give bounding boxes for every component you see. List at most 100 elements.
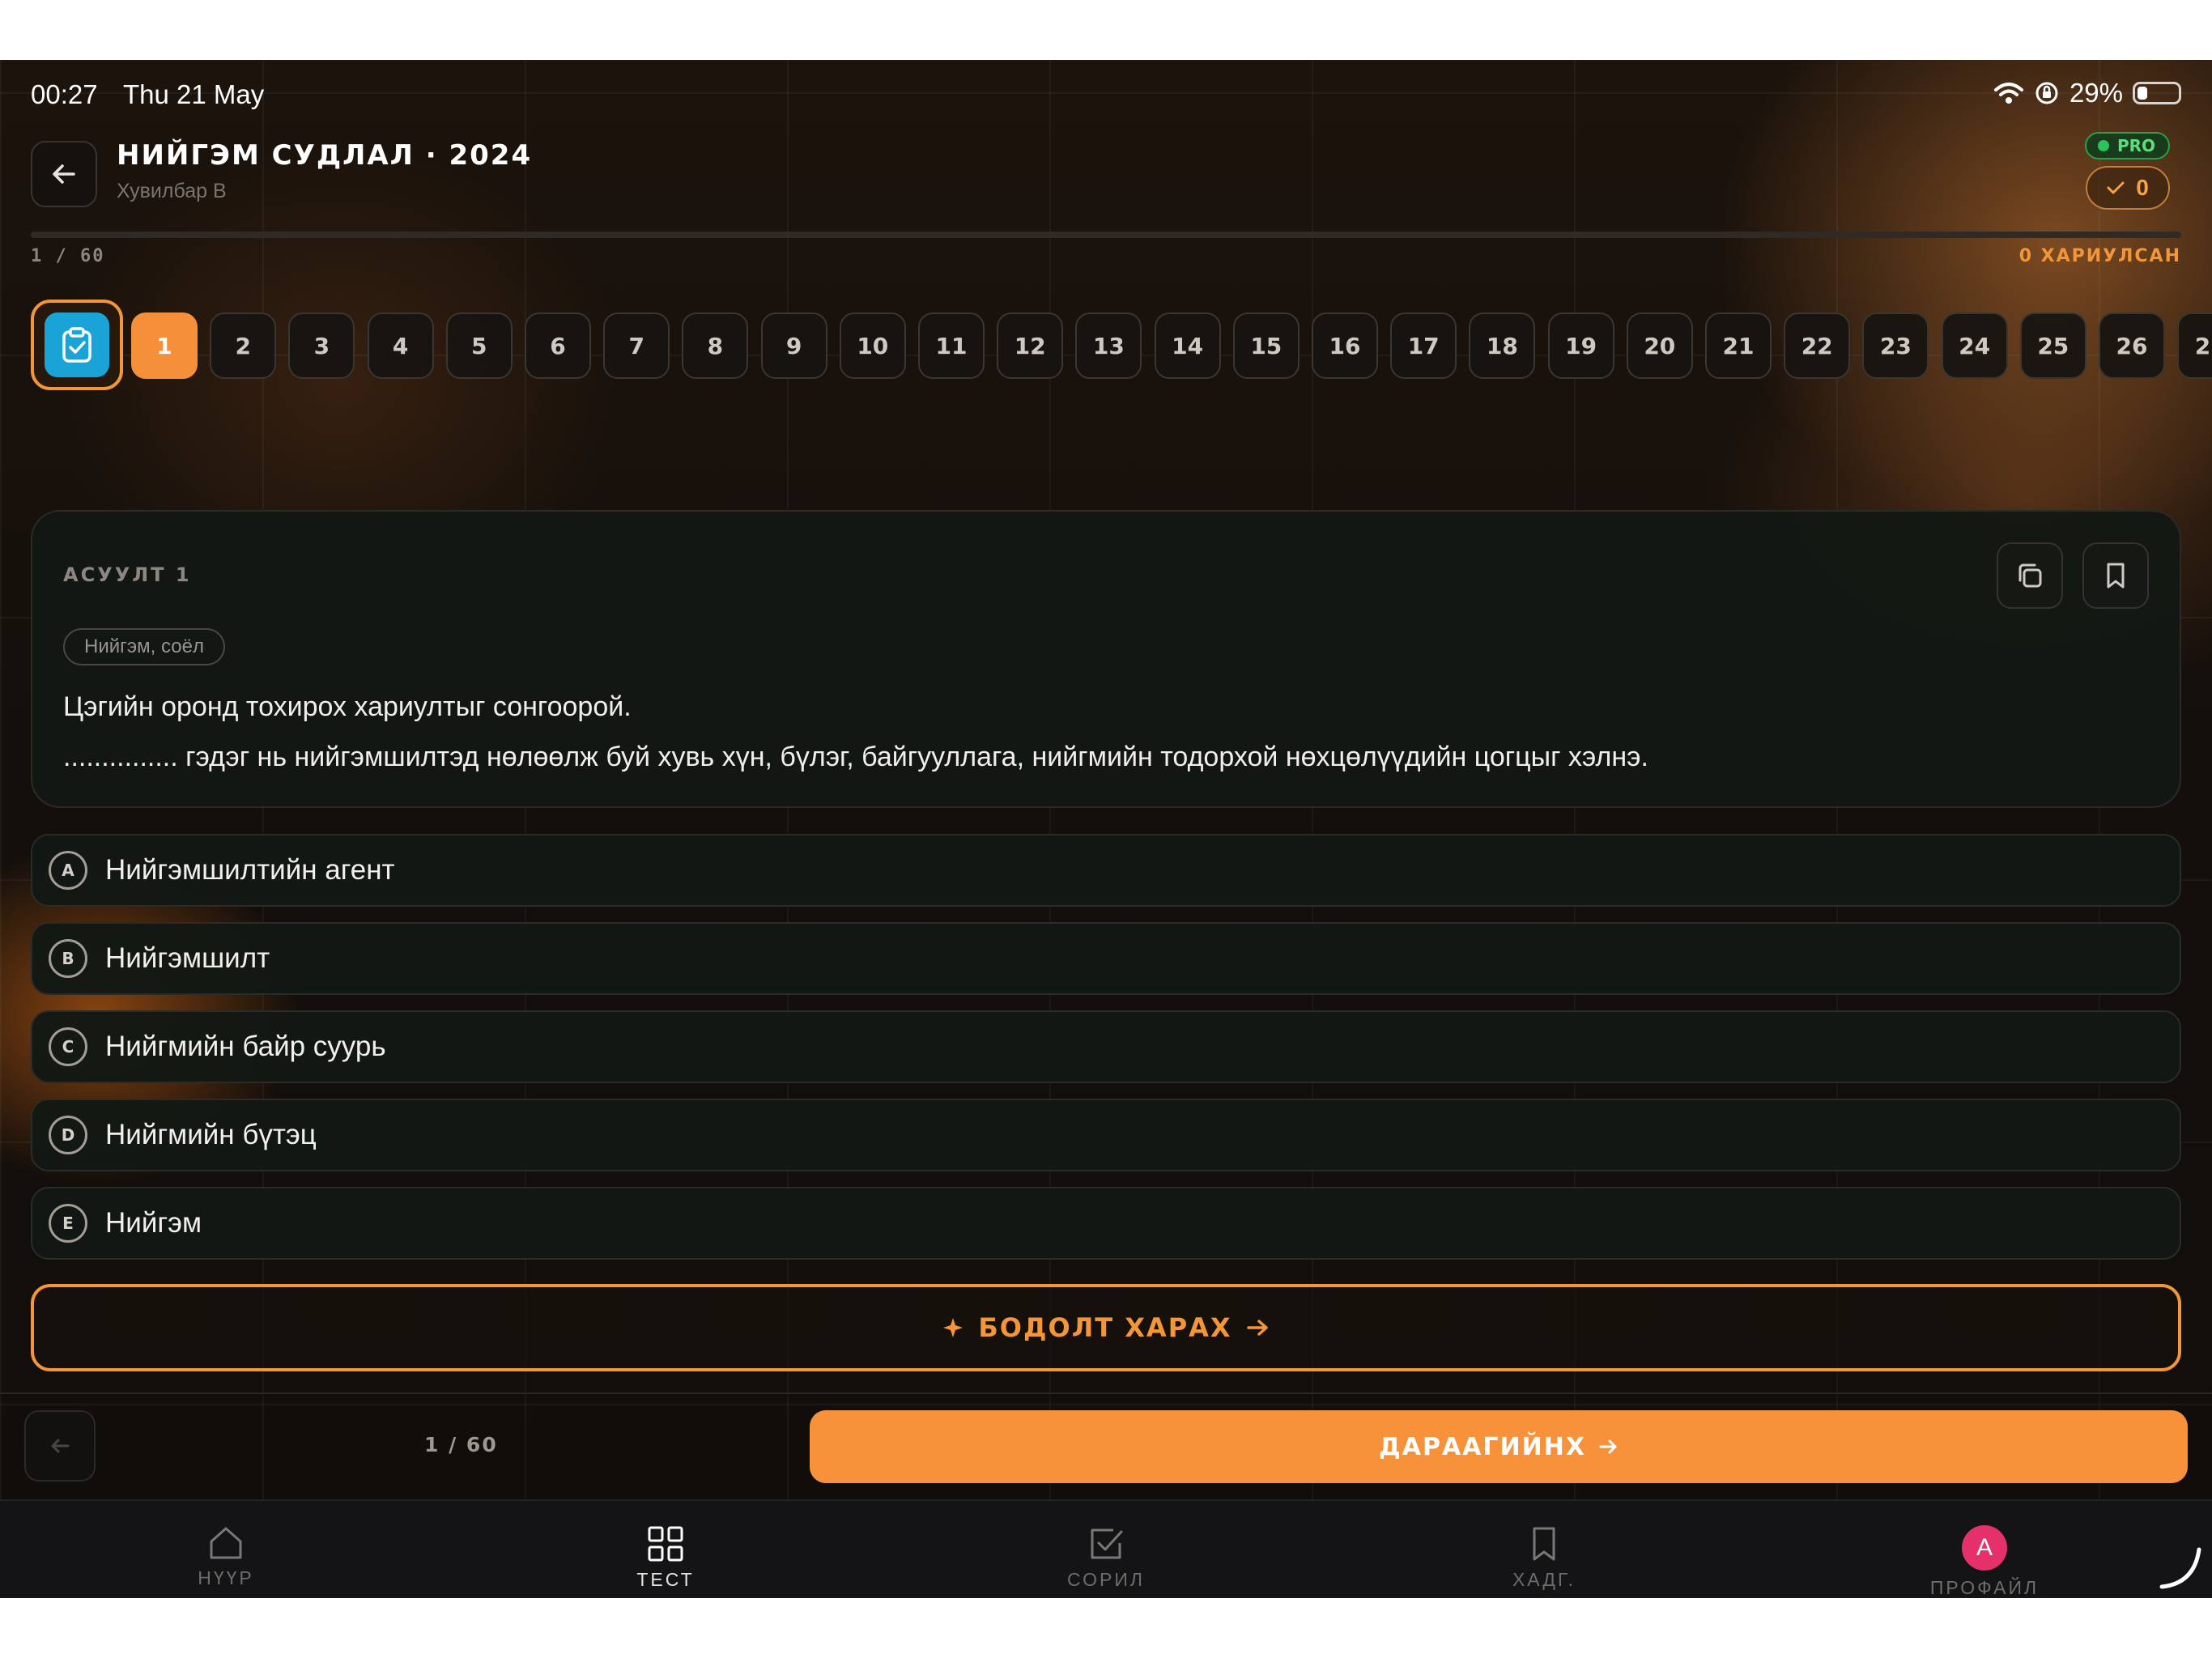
grid-icon — [648, 1526, 683, 1562]
question-nav: 1 2 3 4 5 6 7 8 9 10 11 12 13 14 15 16 17 18 19 20 21 22 23 24 2… — [31, 300, 2212, 390]
option-d[interactable]: D Нийгмийн бүтэц — [31, 1099, 2181, 1171]
option-text: Нийгмийн байр суурь — [105, 1031, 386, 1062]
option-c[interactable]: C Нийгмийн байр суурь — [31, 1010, 2181, 1083]
tab-test[interactable]: ТЕСТ — [568, 1525, 763, 1598]
checkbox-icon — [1091, 1528, 1123, 1559]
corner-indicator-icon — [2159, 1547, 2201, 1589]
score-value: 0 — [2136, 175, 2149, 200]
question-number-button[interactable]: 12 — [997, 312, 1064, 379]
tab-home[interactable]: НҮҮР — [129, 1525, 323, 1589]
option-letter: C — [49, 1027, 87, 1066]
previous-button[interactable] — [24, 1410, 96, 1482]
home-icon — [210, 1527, 242, 1559]
question-number-button[interactable]: 19 — [1547, 312, 1614, 379]
tab-label: ХАДГ. — [1512, 1569, 1576, 1590]
status-right: 29% — [1993, 78, 2181, 108]
bookmark-button[interactable] — [2082, 542, 2149, 609]
back-button[interactable] — [31, 141, 97, 207]
option-letter: B — [49, 939, 87, 978]
view-solution-button[interactable]: БОДОЛТ ХАРАХ — [31, 1284, 2181, 1371]
copy-icon — [2018, 563, 2042, 588]
question-number-button[interactable]: 23 — [1862, 312, 1929, 379]
arrow-right-icon — [1599, 1439, 1617, 1454]
question-number-button[interactable]: 25 — [2019, 312, 2087, 379]
question-number-button[interactable]: 27 — [2177, 312, 2212, 379]
option-a[interactable]: A Нийгэмшилтийн агент — [31, 834, 2181, 907]
option-b[interactable]: B Нийгэмшилт — [31, 922, 2181, 995]
progress-bar — [31, 232, 2181, 238]
question-number-button[interactable]: 18 — [1469, 312, 1536, 379]
question-number-button[interactable]: 6 — [525, 312, 591, 379]
exam-title: НИЙГЭМ СУДЛАЛ · 2024 — [117, 139, 533, 172]
question-text: ............... гэдэг нь нийгэмшилтэд нө… — [63, 742, 1648, 772]
arrow-right-icon — [1246, 1320, 1268, 1336]
question-overview-button[interactable] — [31, 300, 123, 390]
question-number-button[interactable]: 11 — [918, 312, 985, 379]
tab-bar: НҮҮР ТЕСТ СОРИЛ ХАДГ. A ПРОФАЙЛ — [0, 1499, 2212, 1598]
question-number-button[interactable]: 9 — [760, 312, 827, 379]
question-number-button[interactable]: 17 — [1390, 312, 1457, 379]
pro-dot-icon — [2097, 140, 2109, 151]
tab-exams[interactable]: СОРИЛ — [1009, 1525, 1203, 1591]
orientation-lock-icon — [2035, 82, 2058, 104]
arrow-left-icon — [53, 164, 75, 184]
question-instruction: Цэгийн оронд тохирох хариултыг сонгоорой… — [63, 691, 632, 722]
status-date: Thu 21 May — [123, 79, 265, 109]
tab-label: ТЕСТ — [636, 1569, 695, 1590]
copy-button[interactable] — [1997, 542, 2063, 609]
tab-label: НҮҮР — [198, 1567, 254, 1588]
question-number-button[interactable]: 8 — [682, 312, 749, 379]
option-text: Нийгэмшилт — [105, 942, 270, 974]
question-card: АСУУЛТ 1 Нийгэм, соёл Цэгийн оронд тохир… — [31, 510, 2181, 808]
question-label: АСУУЛТ 1 — [63, 563, 192, 586]
option-text: Нийгэмшилтийн агент — [105, 854, 395, 886]
battery-percent: 29% — [2069, 78, 2123, 108]
question-number-button[interactable]: 2 — [210, 312, 277, 379]
bookmark-icon — [2107, 563, 2125, 589]
bookmark-icon — [1533, 1527, 1555, 1561]
next-button[interactable]: ДАРААГИЙНХ — [810, 1410, 2188, 1483]
question-number-button[interactable]: 26 — [2099, 312, 2165, 379]
option-text: Нийгмийн бүтэц — [105, 1119, 317, 1150]
arrow-left-icon — [51, 1439, 70, 1453]
status-time: 00:27 — [31, 79, 98, 109]
option-e[interactable]: E Нийгэм — [31, 1187, 2181, 1260]
question-number-button[interactable]: 7 — [603, 312, 670, 379]
option-letter: E — [49, 1204, 87, 1243]
question-number-button[interactable]: 16 — [1312, 312, 1378, 379]
question-number-button[interactable]: 3 — [288, 312, 355, 379]
topic-tag: Нийгэм, соёл — [63, 628, 225, 665]
tab-profile[interactable]: A ПРОФАЙЛ — [1887, 1525, 2082, 1598]
score-badge[interactable]: 0 — [2086, 166, 2170, 210]
pro-badge: PRO — [2084, 132, 2170, 159]
option-letter: A — [49, 851, 87, 890]
question-number-button[interactable]: 21 — [1705, 312, 1772, 379]
app-screen: 00:27 Thu 21 May 29% НИЙГЭМ СУДЛАЛ · 202… — [0, 60, 2212, 1598]
tab-label: ПРОФАЙЛ — [1929, 1577, 2040, 1598]
question-number-button[interactable]: 14 — [1154, 312, 1221, 379]
tab-saved[interactable]: ХАДГ. — [1447, 1525, 1641, 1591]
check-icon — [2107, 181, 2125, 194]
question-number-button[interactable]: 13 — [1075, 312, 1142, 379]
question-number-button[interactable]: 24 — [1941, 312, 2008, 379]
next-label: ДАРААГИЙНХ — [1379, 1432, 1586, 1461]
question-number-button[interactable]: 20 — [1626, 312, 1693, 379]
pro-label: PRO — [2116, 136, 2155, 155]
option-text: Нийгэм — [105, 1207, 202, 1239]
avatar: A — [1962, 1525, 2007, 1571]
footer-divider — [0, 1392, 2212, 1394]
answered-count: 0 ХАРИУЛСАН — [2018, 246, 2181, 266]
question-number-button[interactable]: 10 — [839, 312, 906, 379]
clipboard-check-icon — [45, 312, 109, 377]
battery-icon — [2133, 82, 2181, 104]
question-number-button[interactable]: 1 — [131, 312, 198, 379]
question-number-button[interactable]: 22 — [1784, 312, 1851, 379]
question-number-button[interactable]: 15 — [1232, 312, 1300, 379]
sparkle-icon — [943, 1318, 963, 1337]
exam-variant: Хувилбар B — [117, 180, 227, 202]
question-number-button[interactable]: 4 — [367, 312, 434, 379]
question-number-button[interactable]: 5 — [445, 312, 513, 379]
page-count: 1 / 60 — [424, 1433, 498, 1456]
view-solution-label: БОДОЛТ ХАРАХ — [978, 1312, 1232, 1343]
progress-count: 1 / 60 — [31, 246, 105, 266]
